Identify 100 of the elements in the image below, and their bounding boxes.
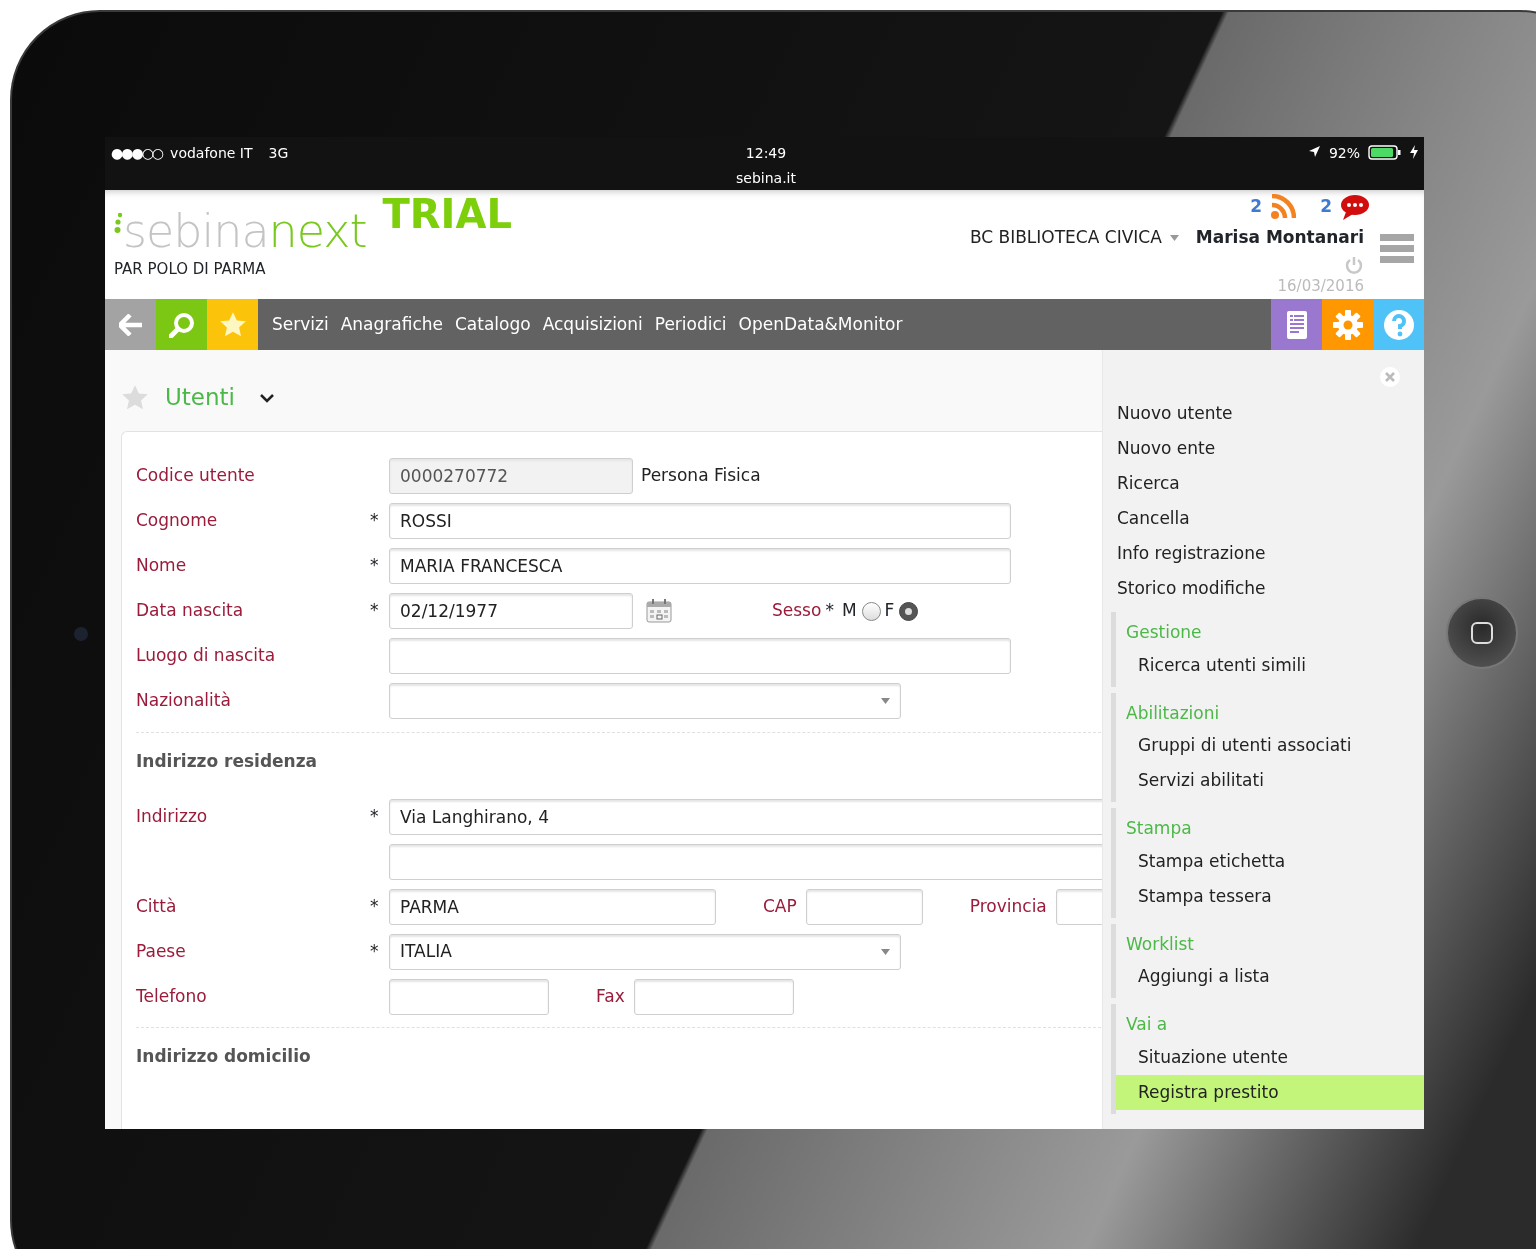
document-button[interactable] <box>1271 299 1322 350</box>
required-mark: * <box>370 804 380 828</box>
chat-bubble-icon[interactable] <box>1340 194 1370 220</box>
close-button[interactable] <box>1380 364 1400 388</box>
menu-item[interactable]: Gruppi di utenti associati <box>1116 728 1424 763</box>
menu-item[interactable]: Registra prestito <box>1116 1074 1424 1110</box>
input-field[interactable] <box>389 843 1102 880</box>
message-count: 2 <box>1320 195 1332 219</box>
nav-link[interactable]: Catalogo <box>449 311 537 338</box>
menu-item[interactable]: Servizi abilitati <box>1116 763 1424 798</box>
field-label: Città <box>136 894 178 918</box>
battery-icon <box>1368 145 1402 160</box>
help-button[interactable] <box>1373 299 1424 350</box>
group-title: Vai a <box>1125 1013 1169 1036</box>
input-field[interactable] <box>805 888 923 925</box>
input-field[interactable] <box>389 638 1011 674</box>
field-label: Telefono <box>136 984 208 1008</box>
organization-name: PAR POLO DI PARMA <box>114 259 267 280</box>
nav-link[interactable]: Anagrafiche <box>334 311 449 338</box>
field-label: Indirizzo <box>136 804 209 828</box>
menu-item[interactable]: Stampa etichetta <box>1116 843 1424 879</box>
input-field[interactable]: 02/12/1977 <box>389 593 633 629</box>
field-label: Luogo di nascita <box>136 644 277 668</box>
group-title: Gestione <box>1125 621 1203 644</box>
select-field[interactable] <box>389 683 901 719</box>
session-date: 16/03/2016 <box>1277 275 1364 297</box>
required-mark: * <box>370 894 380 918</box>
required-mark: * <box>825 599 834 623</box>
caret-icon <box>1169 234 1179 241</box>
rss-icon[interactable] <box>1270 194 1297 220</box>
camera-icon <box>74 627 88 641</box>
nav-link[interactable]: OpenData&Monitor <box>732 311 909 338</box>
field-label: Provincia <box>969 894 1047 918</box>
gear-icon <box>1331 308 1364 341</box>
power-icon[interactable] <box>1344 254 1364 275</box>
page-url: sebina.it <box>736 169 796 188</box>
required-mark: * <box>370 599 380 623</box>
star-icon[interactable] <box>121 383 149 411</box>
field-label: Cognome <box>136 509 219 533</box>
calendar-icon[interactable] <box>646 599 672 623</box>
menu-item[interactable]: Ricerca <box>1111 466 1424 501</box>
trial-label: TRIAL <box>382 194 512 234</box>
input-field[interactable] <box>389 978 549 1015</box>
radio-label: F <box>884 599 895 623</box>
search-button[interactable] <box>156 299 207 350</box>
search-icon <box>168 311 195 338</box>
menu-item[interactable]: Nuovo utente <box>1111 396 1424 431</box>
required-mark: * <box>370 509 380 533</box>
field-label: Codice utente <box>136 464 256 488</box>
clock-time: 12:49 <box>745 144 787 163</box>
logo: sebinanext <box>123 208 367 254</box>
input-field[interactable] <box>633 978 794 1015</box>
menu-item[interactable]: Info registrazione <box>1111 536 1424 571</box>
star-icon <box>218 311 247 338</box>
carrier-name: vodafone IT <box>170 144 253 163</box>
location-arrow-icon <box>1307 145 1321 158</box>
signal-dots: ●●●○○ <box>111 144 163 163</box>
group-title: Worklist <box>1125 932 1196 956</box>
group-title: Abilitazioni <box>1125 701 1221 725</box>
battery-percent: 92% <box>1328 144 1360 163</box>
input-field[interactable]: MARIA FRANCESCA <box>389 548 1011 584</box>
menu-item[interactable]: Stampa tessera <box>1116 878 1424 914</box>
radio-button[interactable] <box>861 601 881 621</box>
chevron-down-icon <box>259 392 275 403</box>
menu-item[interactable]: Aggiungi a lista <box>1116 959 1424 994</box>
close-icon <box>1380 366 1400 387</box>
favorites-button[interactable] <box>207 299 258 350</box>
radio-button[interactable] <box>899 601 919 621</box>
input-field[interactable]: ROSSI <box>389 503 1011 539</box>
settings-button[interactable] <box>1322 299 1373 350</box>
menu-icon[interactable] <box>1380 234 1414 264</box>
menu-item[interactable]: Cancella <box>1111 501 1424 536</box>
field-label: Sesso <box>772 599 822 623</box>
network-type: 3G <box>268 144 289 163</box>
nav-link[interactable]: Acquisizioni <box>536 311 649 338</box>
caret-icon <box>881 698 890 704</box>
field-label: Nome <box>136 554 188 578</box>
nav-link[interactable]: Periodici <box>648 311 733 338</box>
menu-item[interactable]: Ricerca utenti simili <box>1116 647 1424 683</box>
dots-icon <box>114 212 123 236</box>
menu-item[interactable]: Nuovo ente <box>1111 431 1424 466</box>
menu-item[interactable]: Storico modifiche <box>1111 571 1424 606</box>
user-name: Marisa Montanari <box>1195 226 1364 249</box>
radio-label: M <box>841 599 857 623</box>
back-button[interactable] <box>105 299 156 350</box>
arrow-left-icon <box>118 313 143 336</box>
field-label: CAP <box>763 894 797 918</box>
page-title: Utenti <box>165 383 235 412</box>
feed-count: 2 <box>1250 195 1263 219</box>
input-field[interactable]: PARMA <box>389 888 716 925</box>
field-label: Paese <box>136 939 187 963</box>
document-icon <box>1285 309 1308 340</box>
help-icon <box>1382 308 1415 341</box>
nav-link[interactable]: Servizi <box>266 311 335 338</box>
required-mark: * <box>370 939 380 963</box>
input-field[interactable]: Via Langhirano, 4 <box>389 798 1102 835</box>
field-label: Fax <box>596 984 625 1008</box>
library-dropdown[interactable]: BC BIBLIOTECA CIVICA <box>968 224 1180 252</box>
menu-item[interactable]: Situazione utente <box>1116 1039 1424 1075</box>
select-field[interactable]: ITALIA <box>389 933 901 970</box>
